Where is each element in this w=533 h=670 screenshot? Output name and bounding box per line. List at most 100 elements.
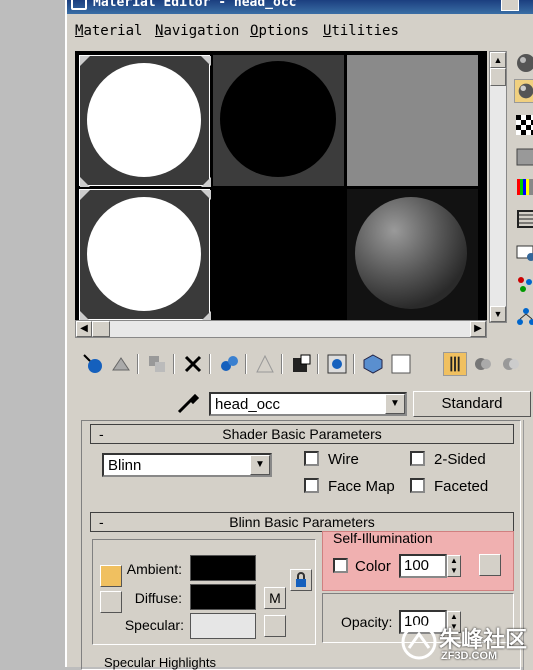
menu-options[interactable]: Options (250, 23, 309, 39)
eyedropper-icon[interactable] (175, 392, 201, 416)
black-sphere-icon (220, 61, 336, 177)
self-illumination-title: Self-Illumination (333, 530, 433, 546)
parameters-rollout-area: - Shader Basic Parameters Blinn ▼ Wire 2… (81, 420, 521, 670)
wire-label: Wire (328, 451, 359, 468)
lock-diffuse-specular-icon[interactable] (100, 591, 122, 613)
collapse-icon: - (99, 426, 104, 442)
pick-material-icon[interactable] (499, 352, 523, 376)
opacity-group: Opacity: 100 ▲ ▼ (322, 593, 514, 643)
scroll-thumb[interactable] (490, 68, 506, 86)
slots-horizontal-scrollbar[interactable]: ◀ ▶ (75, 320, 487, 338)
blinn-basic-parameters-header[interactable]: - Blinn Basic Parameters (90, 512, 514, 532)
toolbar-separator (137, 354, 139, 374)
specular-highlights-label: Specular Highlights (104, 655, 217, 670)
go-to-parent-icon[interactable] (389, 352, 413, 376)
toolbar-separator (353, 354, 355, 374)
make-unique-icon[interactable] (217, 352, 241, 376)
assign-material-icon[interactable] (145, 352, 169, 376)
two-sided-label: 2-Sided (434, 451, 486, 468)
lock-ambient-diffuse-icon[interactable] (100, 565, 122, 587)
self-illum-color-checkbox[interactable] (333, 558, 348, 573)
menu-utilities[interactable]: Utilities (323, 23, 399, 39)
sample-slot-6[interactable] (347, 189, 478, 320)
face-map-label: Face Map (328, 478, 395, 495)
spinner-arrows-icon[interactable]: ▲ ▼ (447, 611, 461, 633)
checker-background-icon[interactable] (514, 113, 533, 137)
specular-map-button[interactable] (264, 615, 286, 637)
specular-label: Specular: (124, 617, 184, 633)
sample-slot-1[interactable] (79, 55, 211, 187)
white-sphere-icon (80, 56, 211, 187)
sample-slot-2[interactable] (213, 55, 344, 186)
show-map-in-viewport-icon[interactable] (325, 352, 349, 376)
menu-navigation[interactable]: Navigation (155, 23, 239, 39)
scroll-down-icon[interactable]: ▼ (490, 306, 506, 322)
options-icon[interactable] (514, 241, 533, 265)
video-color-check-icon[interactable] (514, 175, 533, 199)
faceted-label: Faceted (434, 478, 489, 495)
wire-checkbox[interactable] (304, 451, 319, 466)
scroll-left-icon[interactable]: ◀ (76, 321, 92, 337)
app-icon (71, 0, 87, 10)
rollout-scrollbar[interactable] (523, 420, 533, 670)
shader-type-select[interactable]: Blinn ▼ (102, 453, 272, 477)
reset-material-icon[interactable] (181, 352, 205, 376)
window-control-button[interactable] (501, 0, 519, 11)
window-title: Material Editor - head_occ (93, 0, 297, 10)
chevron-down-icon[interactable]: ▼ (250, 455, 270, 475)
material-effects-channel-icon[interactable] (289, 352, 313, 376)
spinner-arrows-icon[interactable]: ▲ ▼ (447, 555, 461, 577)
make-preview-icon[interactable] (514, 207, 533, 231)
color-label: Color (355, 558, 391, 575)
diffuse-label: Diffuse: (134, 590, 182, 606)
menu-material[interactable]: Material (75, 23, 142, 39)
hscroll-thumb[interactable] (92, 321, 110, 337)
two-sided-checkbox[interactable] (410, 451, 425, 466)
put-material-icon[interactable] (109, 352, 133, 376)
sample-slot-5[interactable] (213, 189, 344, 320)
face-map-checkbox[interactable] (304, 478, 319, 493)
toolbar-separator (173, 354, 175, 374)
self-illum-spinner[interactable]: 100 (399, 554, 447, 578)
self-illumination-group: Self-Illumination Color 100 ▲ ▼ (322, 530, 514, 591)
show-end-result-icon[interactable] (361, 352, 385, 376)
sample-slots (75, 51, 487, 323)
uv-tiling-icon[interactable] (514, 145, 533, 169)
opacity-spinner[interactable]: 100 (399, 610, 447, 634)
shader-basic-parameters-header[interactable]: - Shader Basic Parameters (90, 424, 514, 444)
grey-sphere-icon (355, 197, 467, 309)
toolbar-separator (245, 354, 247, 374)
put-to-library-icon[interactable] (253, 352, 277, 376)
collapse-icon: - (99, 514, 104, 530)
go-forward-to-sibling-icon[interactable] (443, 352, 467, 376)
diffuse-map-button[interactable]: M (264, 587, 286, 609)
specular-color-swatch[interactable] (190, 613, 256, 639)
lock-icon[interactable] (290, 569, 312, 591)
get-material-icon[interactable] (81, 352, 105, 376)
sample-type-sphere-icon[interactable] (514, 51, 533, 75)
self-illum-map-button[interactable] (479, 554, 501, 576)
backlight-icon[interactable] (514, 79, 533, 103)
material-name-dropdown-icon[interactable]: ▼ (385, 394, 405, 414)
ambient-label: Ambient: (126, 561, 182, 577)
material-name-input[interactable]: head_occ (209, 392, 407, 416)
material-map-navigator-icon[interactable] (514, 305, 533, 329)
material-type-button[interactable]: Standard (413, 391, 531, 417)
title-bar: Material Editor - head_occ (67, 0, 533, 14)
editor-toolbar (75, 348, 533, 380)
scroll-right-icon[interactable]: ▶ (470, 321, 486, 337)
go-to-sibling-icon[interactable] (471, 352, 495, 376)
faceted-checkbox[interactable] (410, 478, 425, 493)
sample-slot-4[interactable] (79, 189, 211, 321)
sample-slot-3[interactable] (347, 55, 478, 186)
toolbar-separator (281, 354, 283, 374)
ambient-color-swatch[interactable] (190, 555, 256, 581)
scroll-up-icon[interactable]: ▲ (490, 52, 506, 68)
diffuse-color-swatch[interactable] (190, 584, 256, 610)
select-by-material-icon[interactable] (514, 273, 533, 297)
slots-vertical-scrollbar[interactable]: ▲ ▼ (489, 51, 507, 323)
toolbar-separator (317, 354, 319, 374)
material-editor-window: Material Editor - head_occ Material Navi… (65, 0, 533, 670)
rollout-title: Shader Basic Parameters (222, 426, 382, 442)
white-sphere-icon (80, 190, 211, 321)
